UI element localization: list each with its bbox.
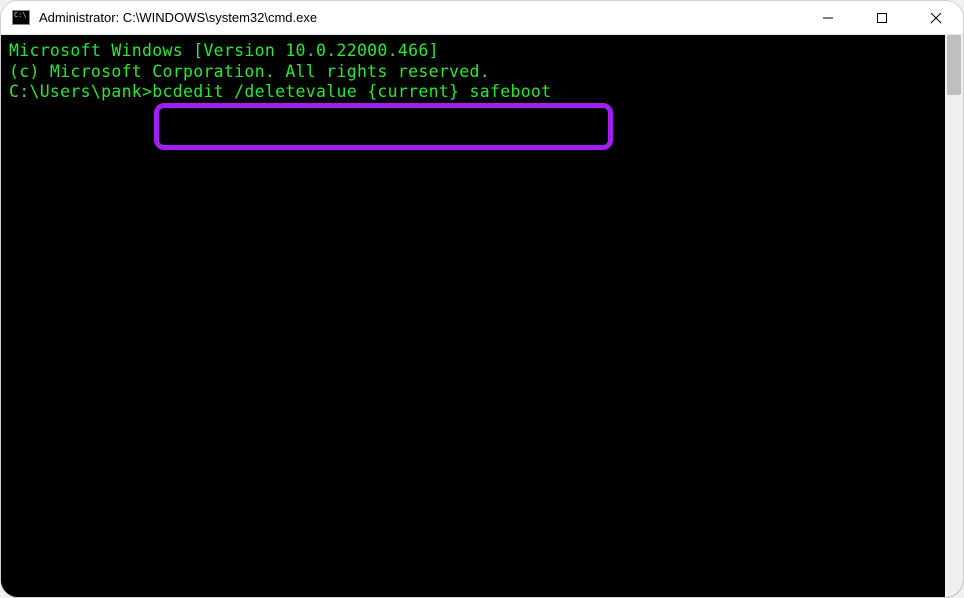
cmd-window: Administrator: C:\WINDOWS\system32\cmd.e… xyxy=(0,0,964,598)
close-icon xyxy=(930,12,942,24)
window-controls xyxy=(801,1,963,34)
close-button[interactable] xyxy=(909,1,963,34)
prompt-line: C:\Users\pank>bcdedit /deletevalue {curr… xyxy=(9,82,937,103)
scrollbar-thumb[interactable] xyxy=(947,35,961,95)
output-line: Microsoft Windows [Version 10.0.22000.46… xyxy=(9,41,937,62)
maximize-button[interactable] xyxy=(855,1,909,34)
maximize-icon xyxy=(876,12,888,24)
minimize-button[interactable] xyxy=(801,1,855,34)
titlebar[interactable]: Administrator: C:\WINDOWS\system32\cmd.e… xyxy=(1,1,963,35)
window-title: Administrator: C:\WINDOWS\system32\cmd.e… xyxy=(39,10,801,25)
output-line: (c) Microsoft Corporation. All rights re… xyxy=(9,62,937,83)
cmd-icon xyxy=(12,10,30,25)
minimize-icon xyxy=(822,12,834,24)
prompt-path: C:\Users\pank> xyxy=(9,82,152,101)
terminal-output[interactable]: Microsoft Windows [Version 10.0.22000.46… xyxy=(1,35,945,597)
terminal-area: Microsoft Windows [Version 10.0.22000.46… xyxy=(1,35,963,597)
typed-command: bcdedit /deletevalue {current} safeboot xyxy=(152,82,551,101)
scrollbar-track[interactable] xyxy=(945,35,963,597)
